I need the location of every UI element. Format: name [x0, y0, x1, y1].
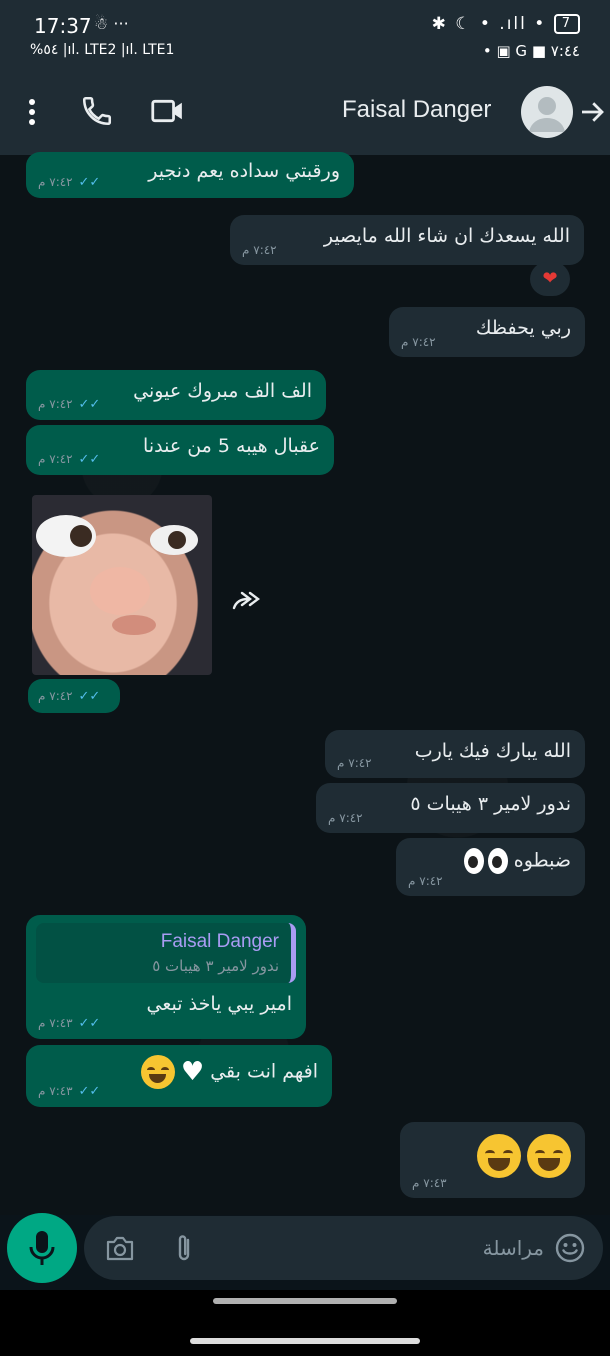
message-text-part: افهم انت بقي [210, 1060, 318, 1083]
message-time: ٧:٤٢ م [242, 243, 277, 257]
photo-detail [150, 525, 198, 555]
system-nav-bar [0, 1290, 610, 1356]
message-meta: ٧:٤٣ م ✓✓ [38, 1084, 103, 1099]
message-bubble-incoming[interactable]: ٧:٤٣ م [400, 1122, 585, 1198]
message-bubble-incoming[interactable]: ندور لامير ٣ هيبات ٥ ٧:٤٢ م [316, 783, 585, 833]
status-connectivity-icons: ✱ ☾ • .ıll • [431, 14, 547, 34]
message-bubble-incoming[interactable]: ربي يحفظك ٧:٤٢ م [389, 307, 585, 357]
message-meta: ٧:٤٢ م ✓✓ [38, 175, 103, 190]
read-ticks-icon: ✓✓ [78, 397, 103, 412]
message-time: ٧:٤٣ م [38, 1084, 73, 1098]
mic-icon [29, 1231, 55, 1265]
message-input[interactable] [234, 1228, 544, 1268]
message-text: ضبطوه [410, 848, 571, 874]
message-time: ٧:٤٢ م [328, 811, 363, 825]
message-text: امير يبي ياخذ تبعي [146, 993, 292, 1015]
heart-reaction-icon[interactable]: ❤ [530, 262, 570, 296]
status-bar: 17:37 ☃ ··· %٥٤ |ıl. LTE2 |ıl. LTE1 ✱ ☾ … [0, 0, 610, 70]
attach-icon[interactable] [170, 1232, 198, 1264]
image-meta: ٧:٤٢ م ✓✓ [28, 679, 120, 713]
status-right-line2: • ▣ G ■ ٧:٤٤ [482, 42, 580, 60]
message-meta: ٧:٤٢ م ✓✓ [38, 452, 103, 467]
message-bubble-outgoing[interactable]: Faisal Danger ندور لامير ٣ هيبات ٥ امير … [26, 915, 306, 1039]
message-time: ٧:٤٣ م [38, 1016, 73, 1030]
status-notification-icons: ☃ ··· [94, 14, 129, 33]
laughing-emoji-icon [527, 1134, 571, 1178]
message-text: ندور لامير ٣ هيبات ٥ [410, 793, 571, 815]
more-vert-icon[interactable] [22, 96, 42, 128]
message-meta: ٧:٤٢ م ✓✓ [38, 397, 103, 412]
battery-icon: 7 [553, 14, 580, 34]
read-ticks-icon: ✓✓ [78, 175, 103, 190]
laughing-emoji-icon [476, 1134, 521, 1178]
photo-detail [112, 615, 156, 635]
avatar[interactable] [521, 86, 573, 138]
read-ticks-icon: ✓✓ [78, 452, 103, 467]
read-ticks-icon: ✓✓ [78, 1084, 103, 1099]
message-bubble-incoming[interactable]: الله يسعدك ان شاء الله مايصير ٧:٤٢ م [230, 215, 584, 265]
photo-detail [36, 515, 96, 557]
chat-screen: 17:37 ☃ ··· %٥٤ |ıl. LTE2 |ıl. LTE1 ✱ ☾ … [0, 0, 610, 1356]
status-signal-info: %٥٤ |ıl. LTE2 |ıl. LTE1 [30, 42, 175, 58]
message-text: الله يبارك فيك يارب [414, 740, 571, 762]
message-time: ٧:٤٢ م [38, 397, 73, 411]
home-indicator[interactable] [213, 1298, 397, 1304]
message-bubble-incoming[interactable]: ضبطوه ٧:٤٢ م [396, 838, 585, 896]
message-meta: ٧:٤٣ م ✓✓ [38, 1016, 103, 1031]
video-call-icon[interactable] [150, 94, 186, 128]
message-text: الله يسعدك ان شاء الله مايصير [323, 225, 570, 247]
emoji-icon[interactable] [554, 1232, 586, 1264]
message-time: ٧:٤٢ م [38, 175, 73, 189]
phone-icon[interactable] [80, 94, 114, 128]
photo-detail [90, 567, 150, 615]
quoted-sender: Faisal Danger [160, 931, 279, 952]
image-message[interactable] [32, 495, 212, 675]
contact-name[interactable]: Faisal Danger [342, 96, 491, 124]
message-text [414, 1134, 571, 1178]
message-time: ٧:٤٢ م [401, 335, 436, 349]
message-bubble-incoming[interactable]: الله يبارك فيك يارب ٧:٤٢ م [325, 730, 585, 778]
message-bubble-outgoing[interactable]: ورقبتي سداده يعم دنجير ٧:٤٢ م ✓✓ [26, 152, 354, 198]
read-ticks-icon: ✓✓ [78, 1016, 103, 1031]
message-bubble-outgoing[interactable]: عقبال هيبه 5 من عندنا ٧:٤٢ م ✓✓ [26, 425, 334, 475]
message-bubble-outgoing[interactable]: الف الف مبروك عيوني ٧:٤٢ م ✓✓ [26, 370, 326, 420]
message-composer [84, 1216, 603, 1280]
message-time: ٧:٤٢ م [38, 452, 73, 466]
back-arrow-icon[interactable] [577, 96, 607, 128]
quoted-message[interactable]: Faisal Danger ندور لامير ٣ هيبات ٥ [36, 923, 296, 983]
camera-icon[interactable] [104, 1233, 136, 1263]
message-time: ٧:٤٢ م [337, 756, 372, 770]
status-icons-right: ✱ ☾ • .ıll • 7 [432, 14, 580, 34]
message-time: ٧:٤٣ م [412, 1176, 447, 1190]
voice-record-button[interactable] [7, 1213, 77, 1283]
chat-header: Faisal Danger [0, 70, 610, 155]
status-time: 17:37 [34, 14, 92, 38]
message-text-part: ضبطوه [513, 849, 571, 872]
message-meta: ٧:٤٢ م ✓✓ [38, 689, 103, 704]
message-time: ٧:٤٢ م [38, 689, 73, 703]
message-time: ٧:٤٢ م [408, 874, 443, 888]
gesture-bar[interactable] [190, 1338, 420, 1344]
quoted-text: ندور لامير ٣ هيبات ٥ [152, 957, 279, 975]
eyes-emoji-icon [463, 848, 508, 874]
laughing-emoji-icon [140, 1055, 175, 1089]
white-heart-icon: ♥ [180, 1057, 205, 1087]
forward-icon[interactable] [230, 588, 266, 614]
message-bubble-outgoing[interactable]: افهم انت بقي ♥ ٧:٤٣ م ✓✓ [26, 1045, 332, 1107]
read-ticks-icon: ✓✓ [78, 689, 103, 704]
